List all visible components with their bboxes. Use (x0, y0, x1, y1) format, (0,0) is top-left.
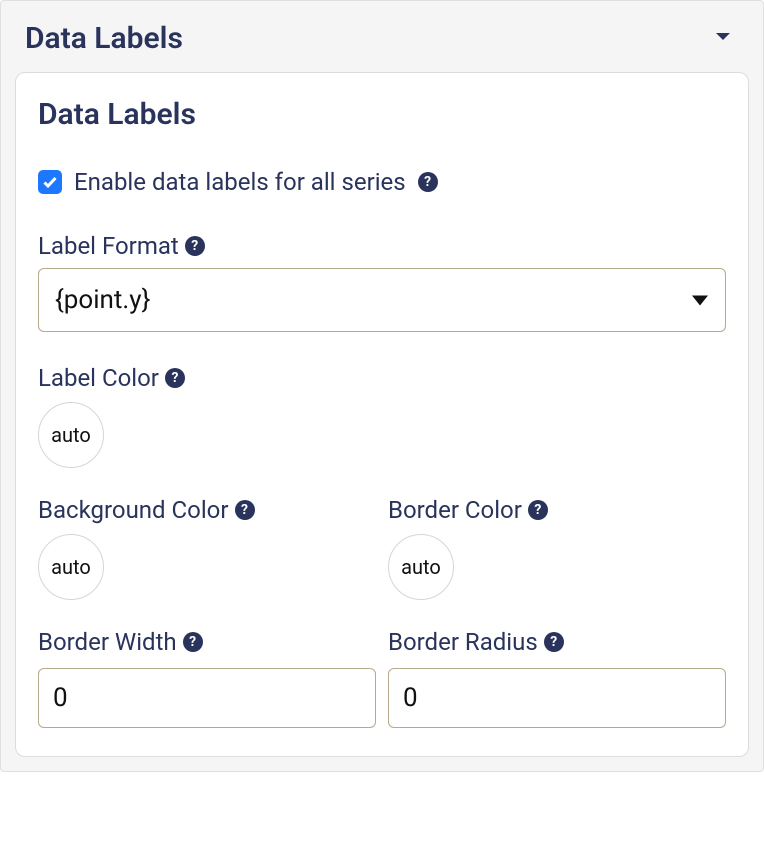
enable-data-labels-label: Enable data labels for all series (74, 168, 406, 196)
border-color-swatch[interactable]: auto (388, 534, 454, 600)
border-color-label: Border Color (388, 496, 522, 524)
background-color-label-row: Background Color ? (38, 496, 376, 524)
help-icon[interactable]: ? (165, 368, 185, 388)
label-format-select-wrap: {point.y} (38, 268, 726, 332)
help-icon[interactable]: ? (544, 632, 564, 652)
border-radius-block: Border Radius ? (388, 628, 726, 728)
border-color-block: Border Color ? auto (388, 496, 726, 600)
border-width-block: Border Width ? (38, 628, 376, 728)
border-width-radius-row: Border Width ? Border Radius ? (38, 628, 726, 728)
data-labels-section: Data Labels Data Labels Enable data labe… (0, 0, 764, 772)
border-width-label: Border Width (38, 628, 177, 656)
bg-border-color-row: Background Color ? auto Border Color ? a… (38, 496, 726, 600)
label-color-swatch[interactable]: auto (38, 402, 104, 468)
help-icon[interactable]: ? (235, 500, 255, 520)
label-color-block: Label Color ? auto (38, 364, 726, 468)
label-format-label: Label Format (38, 232, 179, 260)
background-color-block: Background Color ? auto (38, 496, 376, 600)
border-color-label-row: Border Color ? (388, 496, 726, 524)
help-icon[interactable]: ? (183, 632, 203, 652)
border-radius-label: Border Radius (388, 628, 538, 656)
border-width-label-row: Border Width ? (38, 628, 376, 656)
border-radius-label-row: Border Radius ? (388, 628, 726, 656)
data-labels-card: Data Labels Enable data labels for all s… (15, 72, 749, 757)
help-icon[interactable]: ? (528, 500, 548, 520)
enable-data-labels-row: Enable data labels for all series ? (38, 168, 726, 196)
background-color-swatch[interactable]: auto (38, 534, 104, 600)
background-color-label: Background Color (38, 496, 229, 524)
section-header-title: Data Labels (25, 21, 183, 56)
card-title: Data Labels (38, 97, 726, 132)
enable-data-labels-checkbox[interactable] (38, 170, 62, 194)
border-width-input[interactable] (38, 668, 376, 728)
label-color-label-row: Label Color ? (38, 364, 726, 392)
chevron-down-icon (711, 25, 735, 53)
label-format-label-row: Label Format ? (38, 232, 726, 260)
checkmark-icon (42, 174, 58, 190)
label-format-select[interactable]: {point.y} (38, 268, 726, 332)
help-icon[interactable]: ? (418, 172, 438, 192)
help-icon[interactable]: ? (185, 236, 205, 256)
label-color-label: Label Color (38, 364, 159, 392)
section-header[interactable]: Data Labels (1, 1, 763, 72)
border-radius-input[interactable] (388, 668, 726, 728)
